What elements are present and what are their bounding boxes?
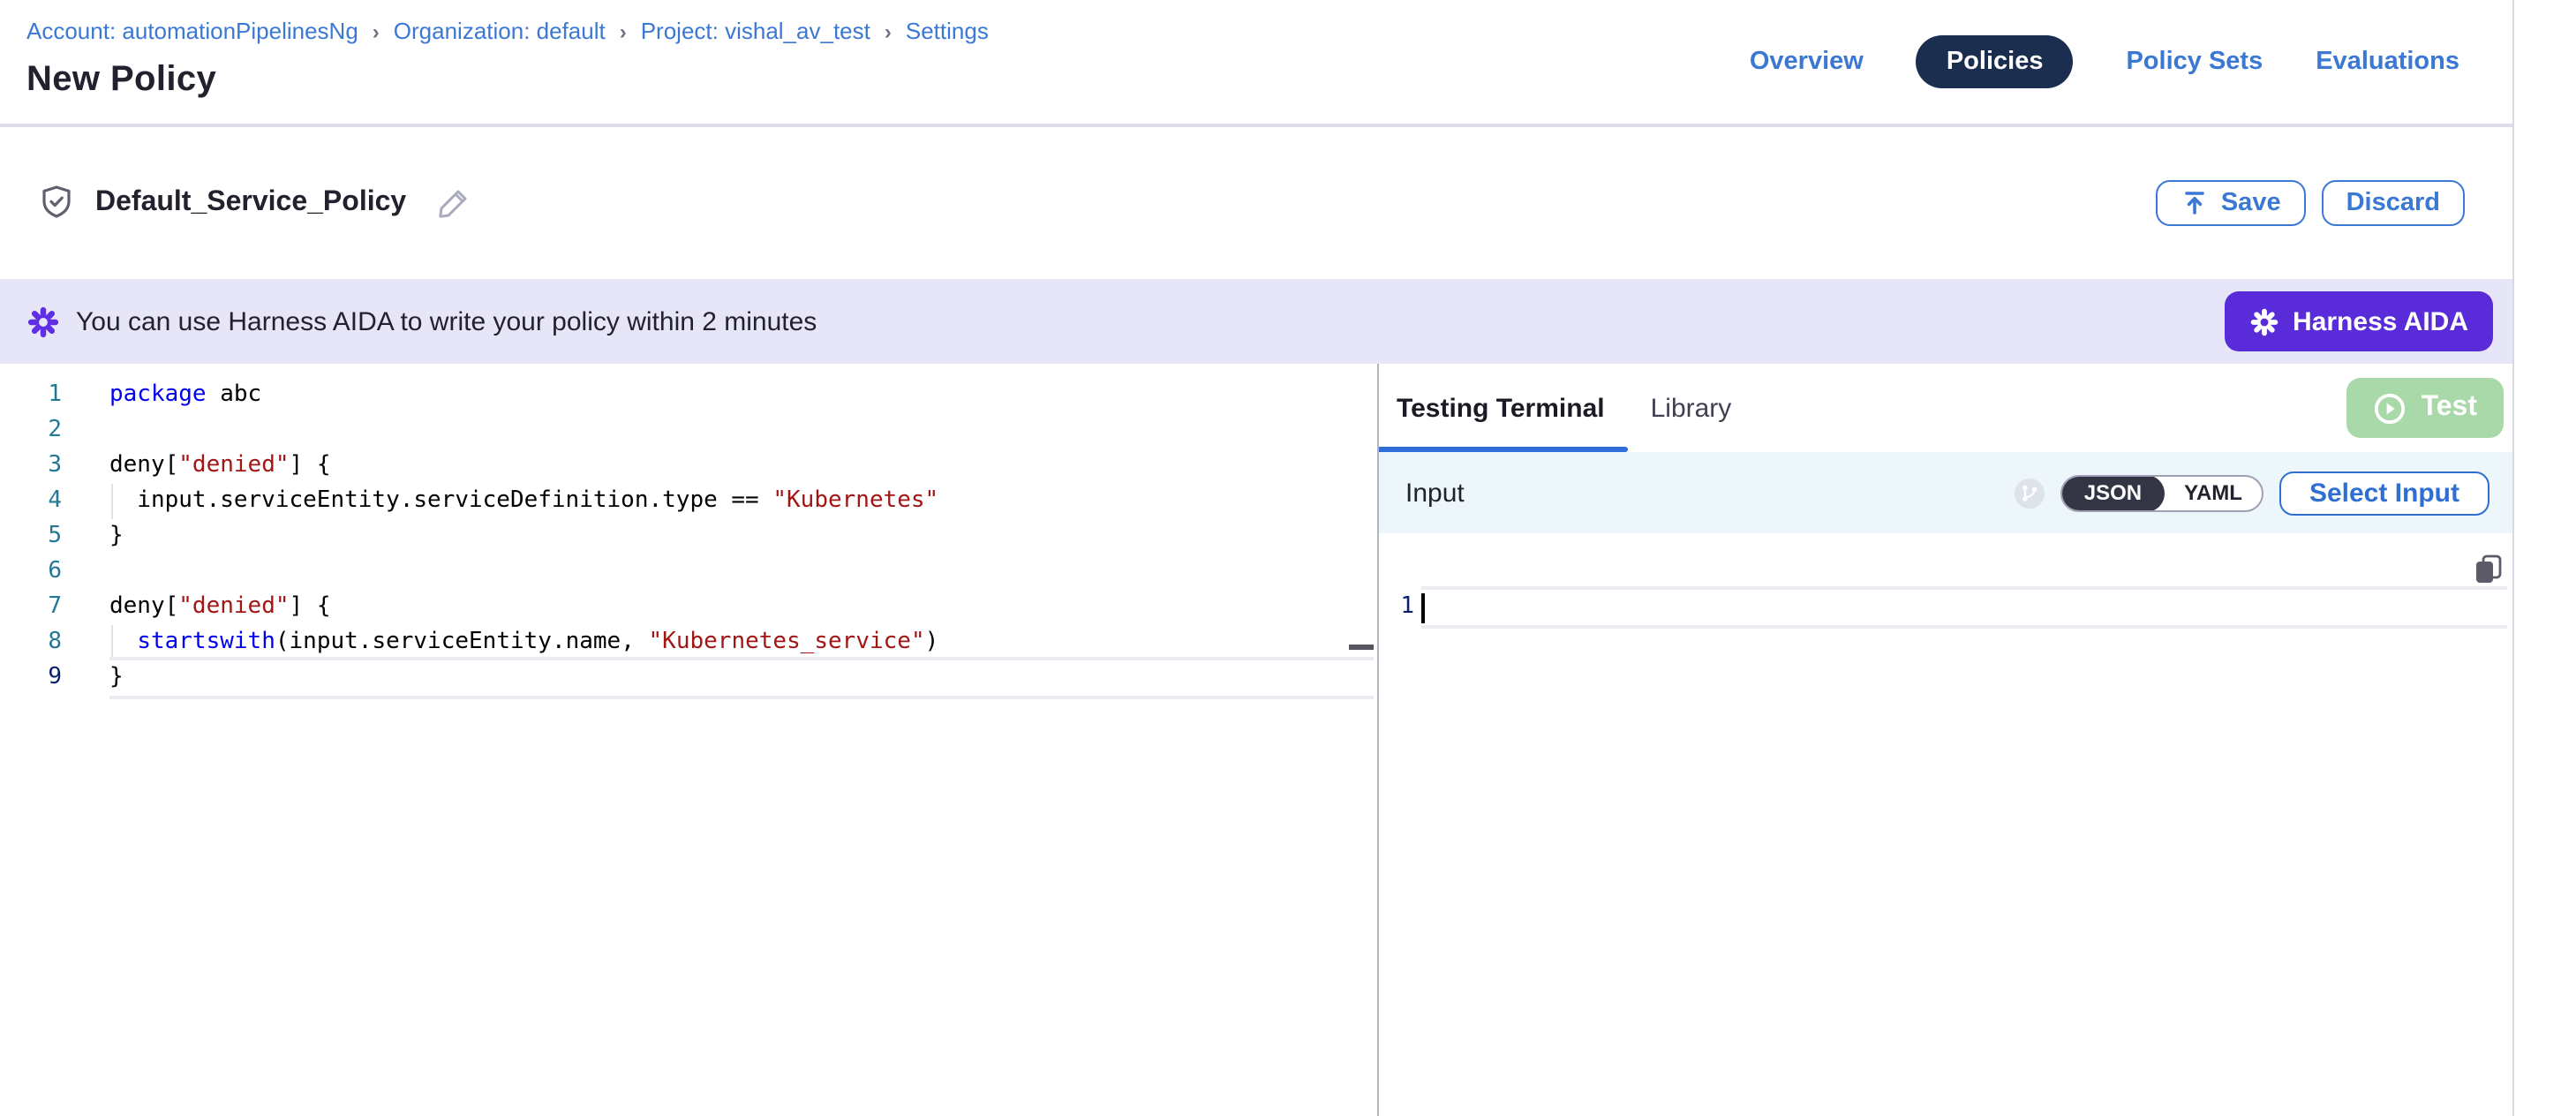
line-number: 1 — [0, 378, 62, 413]
code-line[interactable]: 6 — [0, 554, 1377, 590]
discard-button[interactable]: Discard — [2322, 180, 2465, 226]
upload-icon — [2181, 189, 2209, 217]
select-input-button[interactable]: Select Input — [2279, 471, 2489, 515]
format-option-yaml[interactable]: YAML — [2165, 476, 2262, 509]
code-line-content: deny["denied"] { — [109, 449, 331, 484]
screenshot-viewport: Account: automationPipelinesNg › Organizat… — [0, 0, 2576, 1116]
module-tabs: Overview Policies Policy Sets Evaluations — [1750, 35, 2459, 88]
chevron-right-icon: › — [885, 19, 892, 43]
page-title: New Policy — [26, 60, 989, 101]
code-line[interactable]: 7 deny["denied"] { — [0, 590, 1377, 625]
policy-identity: Default_Service_Policy — [35, 182, 473, 224]
save-label: Save — [2221, 189, 2281, 217]
main-area: 1package abc23deny["denied"] {4 input.se… — [0, 364, 2512, 1116]
input-actions: JSON YAML Select Input — [2015, 471, 2489, 515]
chevron-right-icon: › — [620, 19, 627, 43]
code-line[interactable]: 4 input.serviceEntity.serviceDefinition.… — [0, 484, 1377, 519]
harness-aida-button[interactable]: Harness AIDA — [2224, 291, 2493, 351]
play-circle-icon — [2374, 391, 2407, 425]
tab-policies[interactable]: Policies — [1917, 35, 2074, 88]
tab-policy-sets[interactable]: Policy Sets — [2126, 35, 2263, 88]
save-button[interactable]: Save — [2156, 180, 2306, 226]
testing-panel-tabs: Testing Terminal Library Test — [1379, 364, 2512, 452]
tab-library[interactable]: Library — [1651, 393, 1732, 423]
discard-label: Discard — [2346, 189, 2440, 217]
policy-toolbar: Default_Service_Policy Save Discard — [0, 127, 2512, 279]
code-line-content: } — [109, 519, 124, 554]
aida-banner: You can use Harness AIDA to write your p… — [0, 279, 2512, 364]
breadcrumb-link[interactable]: Organization: default — [394, 18, 606, 44]
breadcrumb-link[interactable]: Settings — [906, 18, 989, 44]
code-line-content: package abc — [109, 378, 261, 413]
header-left: Account: automationPipelinesNg › Organizat… — [26, 18, 989, 101]
page-header: Account: automationPipelinesNg › Organizat… — [0, 0, 2512, 127]
code-line[interactable]: 3 deny["denied"] { — [0, 449, 1377, 484]
input-json-editor[interactable]: 1 — [1379, 533, 2512, 1116]
line-number: 7 — [0, 590, 62, 625]
input-header-row: Input JSON YAML — [1379, 452, 2512, 533]
code-line-content: input.serviceEntity.serviceDefinition.ty… — [109, 484, 938, 519]
line-number: 3 — [0, 449, 62, 484]
toolbar-actions: Save Discard — [2156, 180, 2465, 226]
active-tab-underline — [1379, 447, 1628, 452]
overview-ruler-cursor-mark — [1349, 645, 1374, 650]
code-line-content: } — [109, 660, 124, 696]
code-line-content: startswith(input.serviceEntity.name, "Ku… — [109, 625, 938, 660]
page-content: Account: automationPipelinesNg › Organizat… — [0, 0, 2514, 1116]
tab-evaluations[interactable]: Evaluations — [2316, 35, 2459, 88]
code-line[interactable]: 1 package abc — [0, 378, 1377, 413]
code-line[interactable]: 8 startswith(input.serviceEntity.name, "… — [0, 625, 1377, 660]
aida-banner-message: You can use Harness AIDA to write your p… — [76, 306, 817, 336]
code-line[interactable]: 2 — [0, 413, 1377, 449]
harness-aida-label: Harness AIDA — [2293, 306, 2468, 336]
breadcrumb-link[interactable]: Account: automationPipelinesNg — [26, 18, 358, 44]
edit-pencil-icon[interactable] — [434, 184, 473, 222]
breadcrumb: Account: automationPipelinesNg › Organizat… — [26, 18, 989, 44]
format-branch-icon[interactable] — [2015, 478, 2045, 508]
line-number: 8 — [0, 625, 62, 660]
policy-name: Default_Service_Policy — [95, 187, 406, 219]
chevron-right-icon: › — [373, 19, 380, 43]
input-label: Input — [1405, 478, 1465, 508]
line-number: 6 — [0, 554, 62, 590]
format-option-json[interactable]: JSON — [2061, 474, 2165, 511]
aida-flower-icon — [2248, 306, 2278, 336]
input-active-line[interactable] — [1421, 586, 2507, 629]
line-number: 5 — [0, 519, 62, 554]
tab-overview[interactable]: Overview — [1750, 35, 1864, 88]
line-number: 2 — [0, 413, 62, 449]
test-button[interactable]: Test — [2347, 378, 2504, 438]
format-toggle[interactable]: JSON YAML — [2061, 474, 2263, 511]
code-line[interactable]: 9} — [0, 660, 1377, 696]
code-line[interactable]: 5} — [0, 519, 1377, 554]
code-line-content: deny["denied"] { — [109, 590, 331, 625]
line-number: 9 — [0, 660, 62, 696]
testing-panel: Testing Terminal Library Test Input — [1379, 364, 2512, 1116]
aida-flower-icon — [26, 305, 60, 338]
indent-guide — [110, 484, 112, 519]
policy-code-editor[interactable]: 1package abc23deny["denied"] {4 input.se… — [0, 364, 1379, 1116]
test-label: Test — [2422, 392, 2477, 424]
tab-testing-terminal[interactable]: Testing Terminal — [1397, 393, 1605, 423]
breadcrumb-link[interactable]: Project: vishal_av_test — [641, 18, 870, 44]
line-number: 4 — [0, 484, 62, 519]
text-cursor — [1421, 593, 1424, 623]
app-root: Account: automationPipelinesNg › Organizat… — [0, 0, 2576, 1116]
indent-guide — [110, 625, 112, 660]
input-line-number: 1 — [1379, 590, 1414, 625]
shield-check-icon — [35, 182, 78, 224]
